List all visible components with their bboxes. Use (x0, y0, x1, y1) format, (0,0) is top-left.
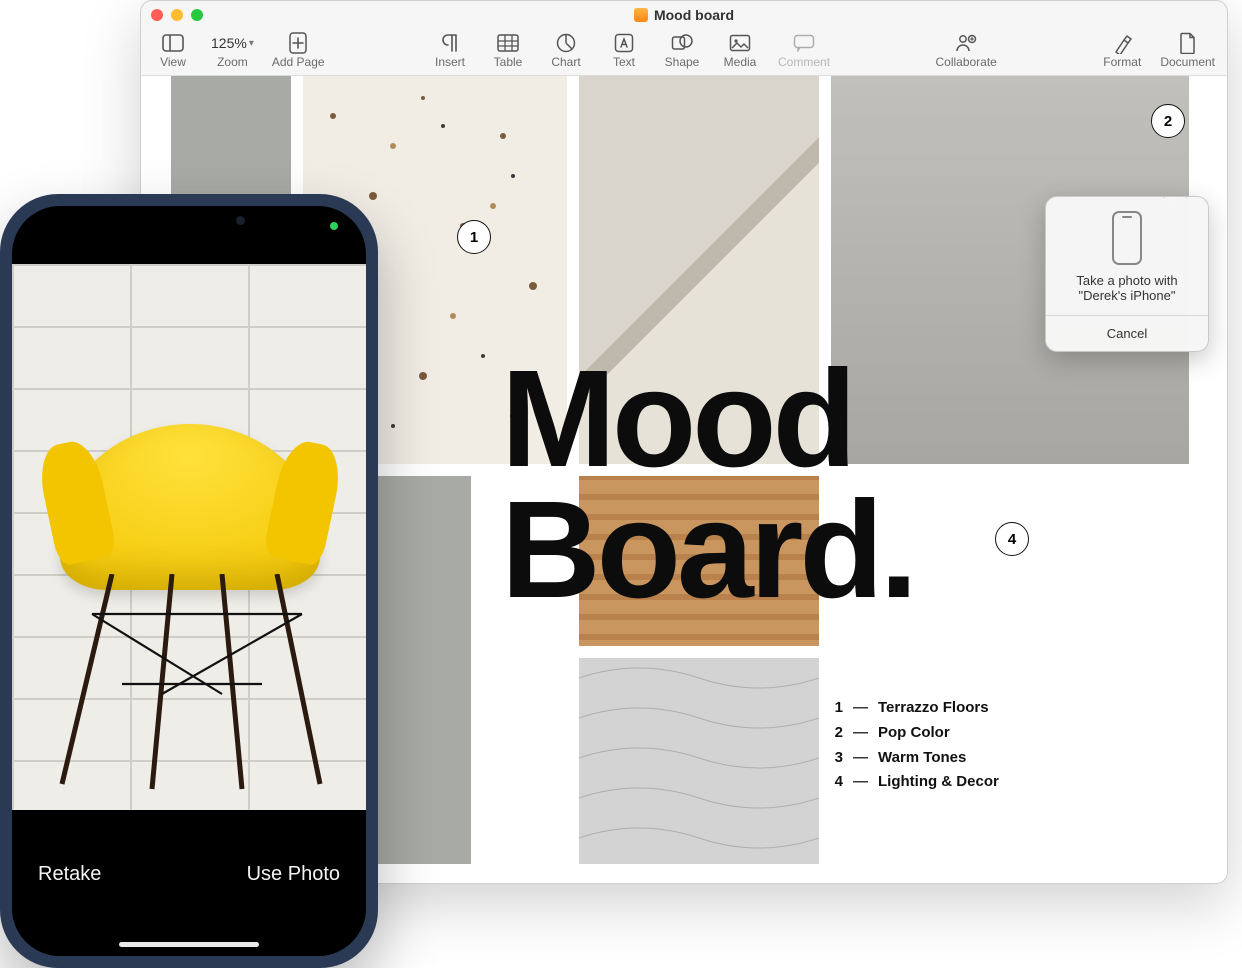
zoom-button[interactable]: 125% ▾ Zoom (211, 31, 254, 69)
popover-text-line1: Take a photo with (1056, 273, 1198, 288)
iphone-notch (109, 206, 269, 236)
callout-label: 4 (1008, 531, 1016, 548)
shape-icon (671, 31, 693, 55)
iphone-device: Retake Use Photo (0, 194, 378, 968)
document-icon (634, 8, 648, 22)
camera-confirm-bar: Retake Use Photo (12, 810, 366, 956)
callout-1[interactable]: 1 (457, 220, 491, 254)
page-title-line2: Board. (501, 485, 914, 616)
toolbar-label: Chart (551, 55, 580, 69)
legend-label: Warm Tones (878, 746, 966, 771)
take-photo-popover: Take a photo with "Derek's iPhone" Cance… (1045, 196, 1209, 352)
legend: 1—Terrazzo Floors 2—Pop Color 3—Warm Ton… (829, 696, 999, 795)
collaborate-icon (954, 31, 978, 55)
cancel-button[interactable]: Cancel (1046, 315, 1208, 351)
table-button[interactable]: Table (488, 31, 528, 69)
text-icon (614, 31, 634, 55)
paragraph-icon (441, 31, 459, 55)
legend-row: 3—Warm Tones (829, 746, 999, 771)
format-icon (1112, 31, 1132, 55)
toolbar-label: Table (494, 55, 523, 69)
legend-num: 1 (829, 696, 843, 721)
text-button[interactable]: Text (604, 31, 644, 69)
page-title-line1: Mood (501, 354, 914, 485)
view-button[interactable]: View (153, 31, 193, 69)
window-traffic-lights (151, 9, 203, 21)
toolbar-label: View (160, 55, 186, 69)
media-icon (729, 31, 751, 55)
toolbar-label: Zoom (217, 55, 248, 69)
zoom-icon[interactable] (191, 9, 203, 21)
sidebar-icon (162, 31, 184, 55)
minimize-icon[interactable] (171, 9, 183, 21)
chart-icon (556, 31, 576, 55)
toolbar-label: Collaborate (935, 55, 996, 69)
chart-button[interactable]: Chart (546, 31, 586, 69)
iphone-icon (1112, 211, 1142, 265)
collaborate-button[interactable]: Collaborate (935, 31, 996, 69)
callout-2[interactable]: 2 (1151, 104, 1185, 138)
toolbar-label: Insert (435, 55, 465, 69)
toolbar-label: Media (724, 55, 757, 69)
legend-label: Terrazzo Floors (878, 696, 989, 721)
document-icon (1179, 31, 1197, 55)
toolbar-label: Format (1103, 55, 1141, 69)
table-icon (497, 31, 519, 55)
retake-button[interactable]: Retake (38, 863, 101, 886)
format-button[interactable]: Format (1102, 31, 1142, 69)
legend-row: 4—Lighting & Decor (829, 770, 999, 795)
callout-label: 1 (470, 229, 478, 246)
legend-num: 4 (829, 770, 843, 795)
window-title: Mood board (141, 7, 1227, 23)
legend-num: 2 (829, 721, 843, 746)
toolbar-label: Document (1160, 55, 1215, 69)
callout-label: 2 (1164, 113, 1172, 130)
toolbar-label: Shape (665, 55, 700, 69)
chevron-down-icon: ▾ (249, 38, 254, 49)
chair-legs (52, 574, 332, 804)
document-button[interactable]: Document (1160, 31, 1215, 69)
legend-label: Lighting & Decor (878, 770, 999, 795)
toolbar: View 125% ▾ Zoom Add Page (141, 29, 1227, 76)
window-titlebar: Mood board (141, 1, 1227, 29)
toolbar-label: Add Page (272, 55, 325, 69)
close-icon[interactable] (151, 9, 163, 21)
camera-active-indicator-icon (330, 222, 338, 230)
legend-label: Pop Color (878, 721, 950, 746)
add-page-icon (288, 31, 308, 55)
home-indicator[interactable] (119, 942, 259, 947)
comment-icon (793, 31, 815, 55)
legend-num: 3 (829, 746, 843, 771)
comment-button: Comment (778, 31, 830, 69)
toolbar-label: Comment (778, 55, 830, 69)
callout-4[interactable]: 4 (995, 522, 1029, 556)
use-photo-button[interactable]: Use Photo (247, 863, 340, 886)
add-page-button[interactable]: Add Page (272, 31, 325, 69)
media-button[interactable]: Media (720, 31, 760, 69)
camera-viewfinder[interactable] (12, 264, 366, 810)
legend-row: 1—Terrazzo Floors (829, 696, 999, 721)
insert-button[interactable]: Insert (430, 31, 470, 69)
zoom-value: 125% (211, 35, 247, 51)
page-title: Mood Board. (501, 354, 914, 616)
shape-button[interactable]: Shape (662, 31, 702, 69)
image-fur[interactable] (579, 658, 819, 864)
window-title-text: Mood board (654, 7, 734, 23)
toolbar-label: Text (613, 55, 635, 69)
popover-text-line2: "Derek's iPhone" (1056, 288, 1198, 303)
legend-row: 2—Pop Color (829, 721, 999, 746)
